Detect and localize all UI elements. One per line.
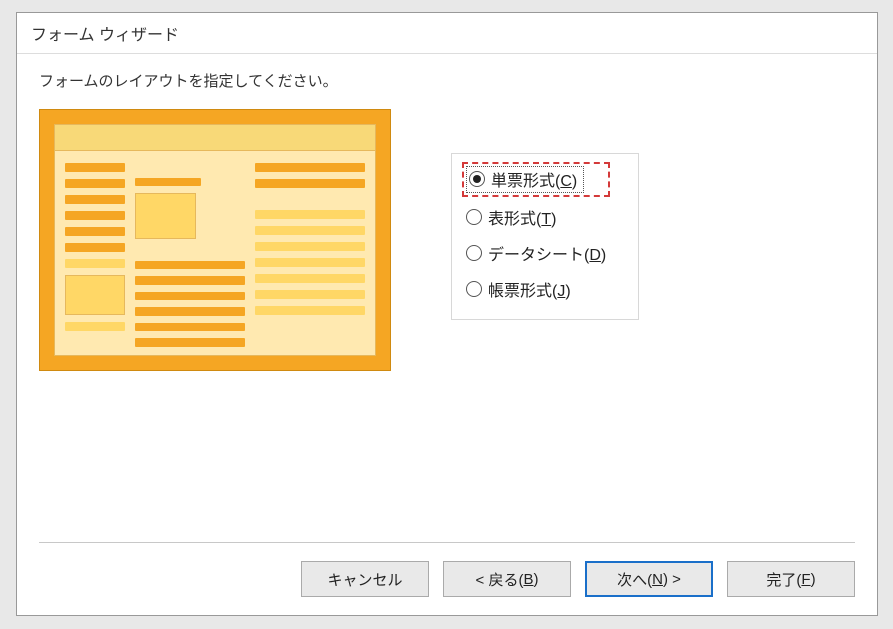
form-wizard-dialog: フォーム ウィザード フォームのレイアウトを指定してください。 <box>16 12 878 616</box>
radio-justified[interactable]: 帳票形式(J) <box>466 277 606 301</box>
back-button[interactable]: < 戻る(B) <box>443 561 571 597</box>
radio-label: データシート(D) <box>488 241 606 265</box>
radio-icon <box>466 209 482 225</box>
dialog-title: フォーム ウィザード <box>17 13 877 54</box>
wizard-button-row: キャンセル < 戻る(B) 次へ(N) > 完了(F) <box>301 561 855 597</box>
dialog-content: フォームのレイアウトを指定してください。 <box>17 54 877 371</box>
next-button[interactable]: 次へ(N) > <box>585 561 713 597</box>
radio-icon <box>466 281 482 297</box>
layout-preview-icon <box>39 109 391 371</box>
cancel-button[interactable]: キャンセル <box>301 561 429 597</box>
radio-datasheet[interactable]: データシート(D) <box>466 241 606 265</box>
radio-label: 表形式(T) <box>488 205 556 229</box>
radio-icon <box>466 245 482 261</box>
finish-button[interactable]: 完了(F) <box>727 561 855 597</box>
layout-options-group: 単票形式(C) 表形式(T) データシート(D) 帳票形式(J) <box>451 153 639 320</box>
main-row: 単票形式(C) 表形式(T) データシート(D) 帳票形式(J) <box>39 109 855 371</box>
radio-label: 帳票形式(J) <box>488 277 571 301</box>
radio-tabular[interactable]: 表形式(T) <box>466 205 606 229</box>
radio-label: 単票形式(C) <box>491 167 577 191</box>
instruction-text: フォームのレイアウトを指定してください。 <box>39 70 855 91</box>
radio-icon <box>469 171 485 187</box>
radio-columnar[interactable]: 単票形式(C) <box>466 166 606 193</box>
divider <box>39 542 855 543</box>
